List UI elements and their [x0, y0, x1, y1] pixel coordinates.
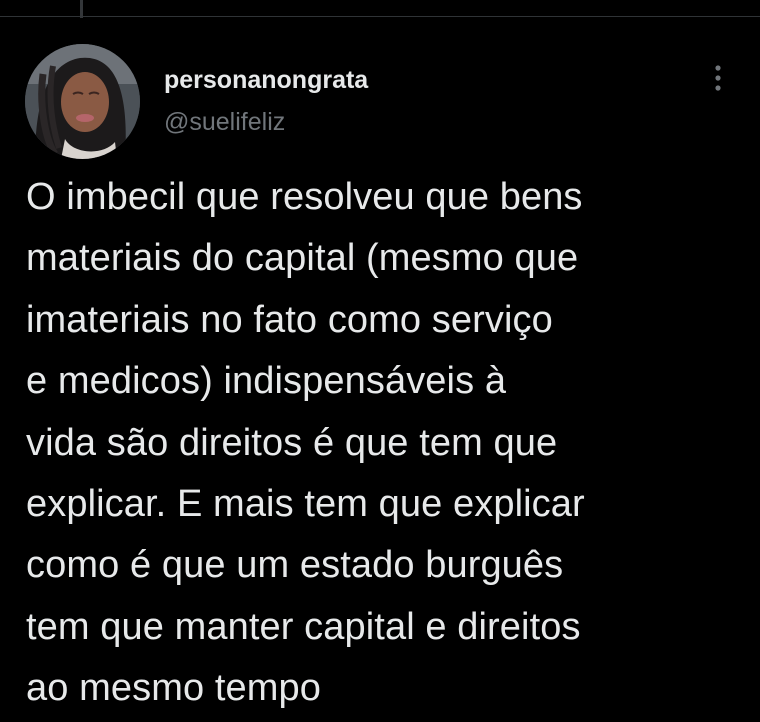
more-vertical-icon [714, 64, 722, 96]
thread-connector-line [80, 0, 83, 18]
author-display-name[interactable]: personanongrata [164, 64, 368, 96]
tweet-author: personanongrata @suelifeliz [164, 64, 368, 138]
author-handle[interactable]: @suelifeliz [164, 106, 368, 138]
top-divider [0, 16, 760, 17]
more-options-button[interactable] [700, 62, 736, 98]
avatar[interactable] [25, 44, 140, 159]
tweet-text: O imbecil que resolveu que bens materiai… [26, 176, 585, 710]
